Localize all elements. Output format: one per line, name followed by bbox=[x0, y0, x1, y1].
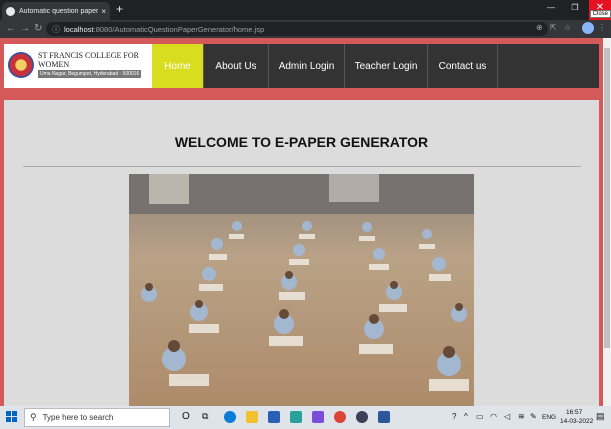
search-icon: ⚲ bbox=[30, 412, 37, 422]
exam-hall-photo bbox=[129, 174, 474, 406]
windows-start-icon[interactable] bbox=[6, 411, 18, 423]
nav-teacher-login[interactable]: Teacher Login bbox=[345, 44, 428, 88]
pen-icon[interactable]: ✎ bbox=[530, 412, 537, 421]
main-content: WELCOME TO E-PAPER GENERATOR bbox=[4, 100, 599, 406]
app-icon[interactable] bbox=[290, 411, 302, 423]
tray-chevron-icon[interactable]: ^ bbox=[464, 412, 468, 421]
web-page: ST FRANCIS COLLEGE FOR WOMEN Uma Nagar, … bbox=[0, 38, 603, 406]
welcome-heading: WELCOME TO E-PAPER GENERATOR bbox=[174, 134, 429, 150]
clock-date[interactable]: 14-03-2022 bbox=[560, 418, 593, 425]
address-bar[interactable]: ⓘ localhost :8080/AutomaticQuestionPaper… bbox=[46, 22, 548, 36]
zoom-icon[interactable]: ⊕ bbox=[536, 23, 543, 32]
college-logo-block[interactable]: ST FRANCIS COLLEGE FOR WOMEN Uma Nagar, … bbox=[4, 44, 152, 88]
file-explorer-icon[interactable] bbox=[246, 411, 258, 423]
profile-avatar[interactable] bbox=[582, 22, 594, 34]
nav-home[interactable]: Home bbox=[152, 44, 204, 88]
tab-close-icon[interactable]: × bbox=[101, 7, 106, 16]
url-host: localhost bbox=[64, 24, 94, 34]
taskbar-search[interactable]: ⚲ Type here to search bbox=[24, 408, 170, 427]
forward-icon[interactable]: → bbox=[20, 22, 30, 36]
share-icon[interactable]: ⇱ bbox=[550, 23, 557, 32]
scrollbar-thumb[interactable] bbox=[604, 48, 610, 348]
windows-taskbar: ⚲ Type here to search O ⧉ ? ^ ▭ ◠ ◁ ≋ ✎ … bbox=[0, 406, 611, 429]
site-header: ST FRANCIS COLLEGE FOR WOMEN Uma Nagar, … bbox=[4, 44, 599, 88]
word-icon[interactable] bbox=[378, 411, 390, 423]
new-tab-button[interactable]: + bbox=[116, 2, 123, 16]
college-address: Uma Nagar, Begumpet, Hyderabad - 500016 bbox=[38, 70, 142, 78]
browser-tab-strip: Automatic question paper gene × + — ❐ ✕ … bbox=[0, 0, 611, 20]
college-name: ST FRANCIS COLLEGE FOR WOMEN bbox=[38, 51, 139, 69]
clock-time[interactable]: 16:57 bbox=[566, 409, 582, 416]
nav-about-us[interactable]: About Us bbox=[204, 44, 269, 88]
url-path: :8080/AutomaticQuestionPaperGenerator/ho… bbox=[93, 24, 265, 34]
edge-icon[interactable] bbox=[224, 411, 236, 423]
chrome-icon[interactable] bbox=[334, 411, 346, 423]
notifications-icon[interactable]: ▤ bbox=[596, 411, 605, 422]
tab-title: Automatic question paper gene bbox=[19, 7, 99, 15]
bookmark-star-icon[interactable]: ☆ bbox=[564, 23, 571, 32]
site-info-icon[interactable]: ⓘ bbox=[52, 24, 60, 35]
back-icon[interactable]: ← bbox=[6, 22, 16, 36]
nav-admin-login[interactable]: Admin Login bbox=[269, 44, 345, 88]
browser-tab[interactable]: Automatic question paper gene × bbox=[2, 2, 110, 20]
page-scrollbar[interactable] bbox=[603, 38, 611, 406]
restore-icon[interactable]: ❐ bbox=[565, 0, 585, 20]
reload-icon[interactable]: ↻ bbox=[34, 22, 42, 36]
minimize-icon[interactable]: — bbox=[541, 0, 561, 20]
close-tooltip: Close bbox=[589, 10, 611, 18]
battery-icon[interactable]: ▭ bbox=[476, 412, 484, 421]
college-seal-icon bbox=[8, 52, 34, 78]
language-indicator[interactable]: ENG bbox=[542, 414, 556, 421]
task-view-icon[interactable]: ⧉ bbox=[202, 411, 208, 422]
browser-toolbar: ← → ↻ ⓘ localhost :8080/AutomaticQuestio… bbox=[0, 20, 611, 38]
main-nav: Home About Us Admin Login Teacher Login … bbox=[152, 44, 498, 88]
globe-icon bbox=[6, 6, 15, 16]
speaker-icon[interactable]: ◁ bbox=[504, 412, 510, 421]
divider bbox=[23, 166, 581, 167]
wifi-icon[interactable]: ≋ bbox=[518, 412, 525, 421]
nav-contact-us[interactable]: Contact us bbox=[428, 44, 498, 88]
search-placeholder: Type here to search bbox=[42, 413, 114, 422]
network-icon[interactable]: ◠ bbox=[490, 412, 497, 421]
store-icon[interactable] bbox=[268, 411, 280, 423]
eclipse-icon[interactable] bbox=[356, 411, 368, 423]
menu-icon[interactable]: ⋮ bbox=[598, 23, 606, 32]
help-icon[interactable]: ? bbox=[452, 412, 456, 421]
cortana-icon[interactable]: O bbox=[182, 411, 190, 422]
visual-studio-icon[interactable] bbox=[312, 411, 324, 423]
